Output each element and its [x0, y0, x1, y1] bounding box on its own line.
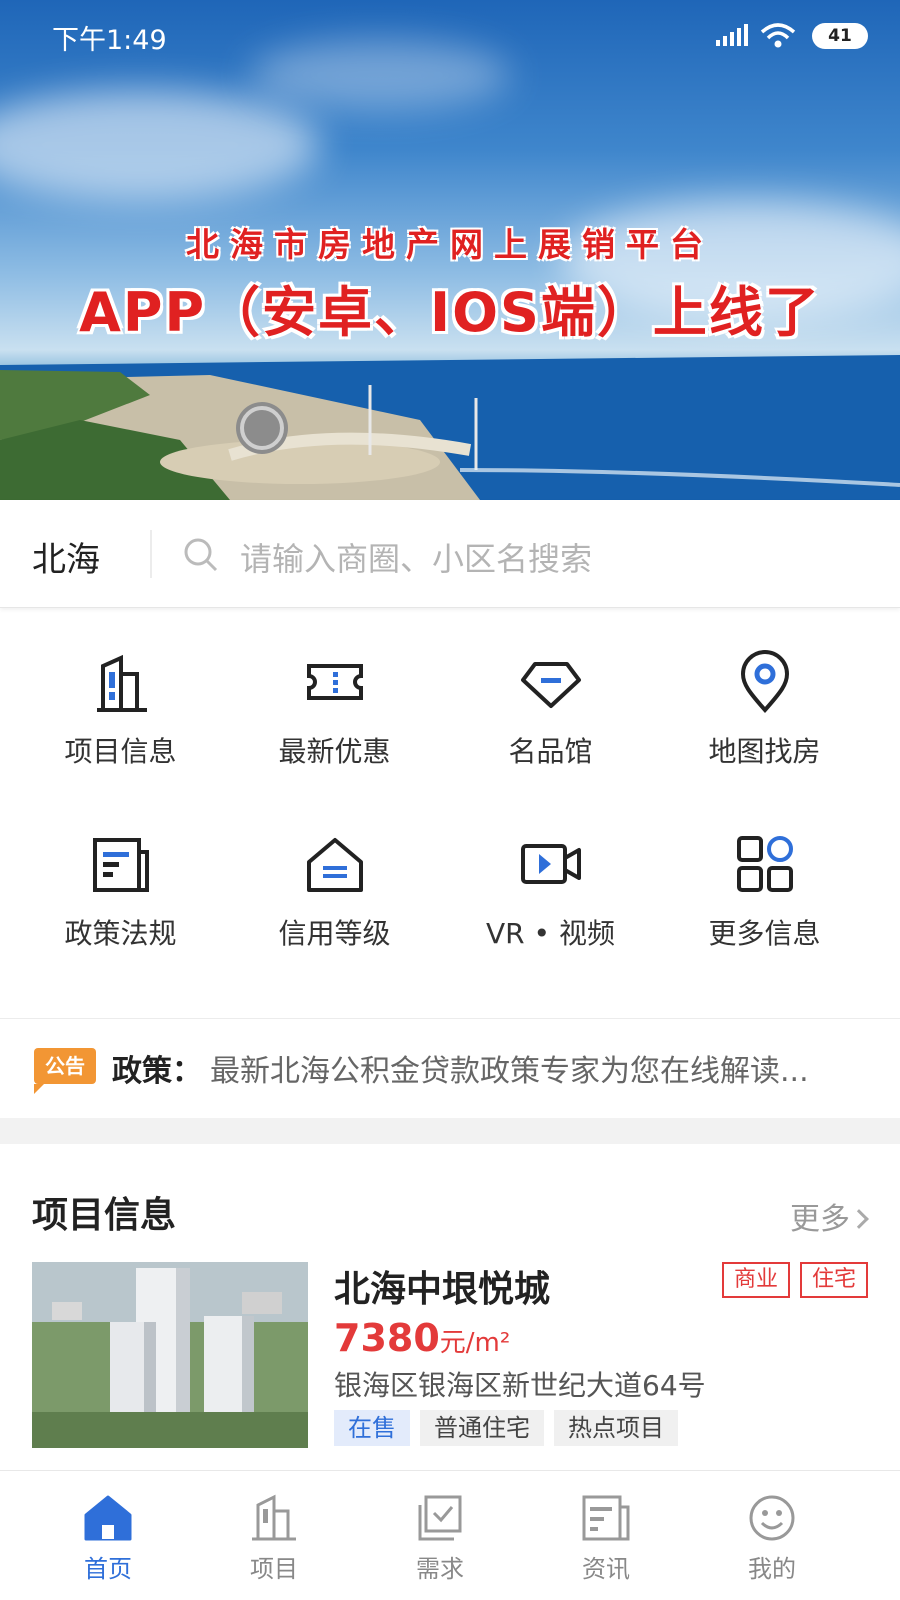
menu-item-label: VR • 视频 — [486, 917, 615, 950]
price-unit: 元/m² — [439, 1328, 511, 1358]
announcement-text[interactable]: 最新北海公积金贷款政策专家为您在线解读... — [210, 1046, 870, 1090]
announcement-bar[interactable]: 公告 政策： 最新北海公积金贷款政策专家为您在线解读... — [0, 1040, 900, 1112]
video-icon — [520, 844, 581, 884]
banner-subheadline: APP（安卓、IOS端）上线了 — [79, 281, 821, 344]
menu-item-label: 地图找房 — [708, 735, 821, 768]
home-icon — [84, 1495, 132, 1541]
menu-item-map-search[interactable]: 地图找房 — [652, 650, 877, 770]
search-bar: 北海 请输入商圈、小区名搜索 — [0, 500, 900, 608]
project-tags: 在售 普通住宅 热点项目 — [334, 1410, 688, 1446]
menu-item-policies[interactable]: 政策法规 — [8, 832, 233, 952]
tab-news[interactable]: 资讯 — [516, 1493, 696, 1584]
type-badge: 商业 — [721, 1262, 790, 1298]
project-thumbnail[interactable] — [32, 1262, 308, 1448]
bottom-tab-bar: 首页 项目 需求 资讯 我的 — [0, 1470, 900, 1600]
checklist-icon — [418, 1495, 462, 1541]
search-input[interactable]: 请输入商圈、小区名搜索 — [240, 534, 592, 580]
grid-icon — [736, 836, 793, 892]
tab-projects[interactable]: 项目 — [184, 1493, 364, 1584]
tab-label: 项目 — [250, 1555, 298, 1583]
document-icon — [92, 838, 149, 892]
tab-label: 首页 — [84, 1555, 132, 1583]
category-tag: 普通住宅 — [420, 1410, 544, 1446]
building-render-image — [32, 1262, 308, 1448]
tab-needs[interactable]: 需求 — [350, 1493, 530, 1584]
news-icon — [582, 1495, 630, 1541]
menu-item-brand-hall[interactable]: 名品馆 — [438, 650, 663, 770]
tab-label: 资讯 — [582, 1555, 630, 1583]
project-price: 7380元/m² — [334, 1316, 510, 1360]
ticket-icon — [306, 664, 363, 700]
menu-item-project-info[interactable]: 项目信息 — [8, 650, 233, 770]
home-screen: 北海市房地产网上展销平台 APP（安卓、IOS端）上线了 下午1:49 41 北… — [0, 0, 900, 1600]
battery-indicator: 41 — [812, 23, 868, 49]
section-gap — [0, 1118, 900, 1144]
banner-headline: 北海市房地产网上展销平台 — [186, 225, 714, 264]
category-tag: 热点项目 — [554, 1410, 678, 1446]
menu-item-latest-deals[interactable]: 最新优惠 — [222, 650, 447, 770]
city-selector[interactable]: 北海 — [32, 532, 100, 581]
menu-item-label: 最新优惠 — [278, 735, 391, 768]
search-icon — [184, 538, 218, 572]
announcement-badge: 公告 — [34, 1048, 96, 1094]
tab-profile[interactable]: 我的 — [682, 1493, 862, 1584]
house-icon — [306, 838, 363, 892]
menu-item-more-info[interactable]: 更多信息 — [652, 832, 877, 952]
announcement-keyword: 政策： — [112, 1054, 202, 1089]
diamond-icon — [520, 662, 581, 708]
price-value: 7380 — [334, 1316, 440, 1360]
promo-banner[interactable]: 北海市房地产网上展销平台 APP（安卓、IOS端）上线了 下午1:49 41 — [0, 0, 900, 500]
divider — [0, 1018, 900, 1019]
menu-item-label: 信用等级 — [278, 917, 391, 950]
map-pin-icon — [740, 650, 789, 714]
menu-item-label: 更多信息 — [708, 917, 821, 950]
status-time: 下午1:49 — [52, 25, 167, 56]
building-icon — [252, 1494, 296, 1541]
more-link[interactable]: 更多 — [790, 1194, 869, 1238]
status-tag: 在售 — [334, 1410, 410, 1446]
chevron-right-icon — [849, 1209, 869, 1229]
tab-label: 需求 — [416, 1555, 464, 1583]
menu-item-credit-rating[interactable]: 信用等级 — [222, 832, 447, 952]
project-name[interactable]: 北海中垠悦城 — [334, 1260, 550, 1312]
tab-home[interactable]: 首页 — [18, 1493, 198, 1584]
project-address: 银海区银海区新世纪大道64号 — [334, 1369, 706, 1402]
section-title: 项目信息 — [32, 1195, 177, 1236]
menu-item-vr-video[interactable]: VR • 视频 — [438, 832, 663, 952]
project-type-badges: 商业 住宅 — [712, 1262, 868, 1298]
menu-item-label: 名品馆 — [508, 735, 593, 768]
divider — [150, 530, 152, 578]
type-badge: 住宅 — [799, 1262, 868, 1298]
signal-icon — [716, 24, 748, 46]
menu-item-label: 项目信息 — [64, 735, 177, 768]
menu-item-label: 政策法规 — [64, 917, 177, 950]
more-label: 更多 — [790, 1202, 850, 1237]
status-bar: 下午1:49 41 — [0, 0, 900, 72]
wifi-icon — [760, 23, 796, 48]
tab-label: 我的 — [748, 1555, 796, 1583]
building-icon — [96, 654, 147, 712]
smiley-icon — [749, 1495, 795, 1541]
